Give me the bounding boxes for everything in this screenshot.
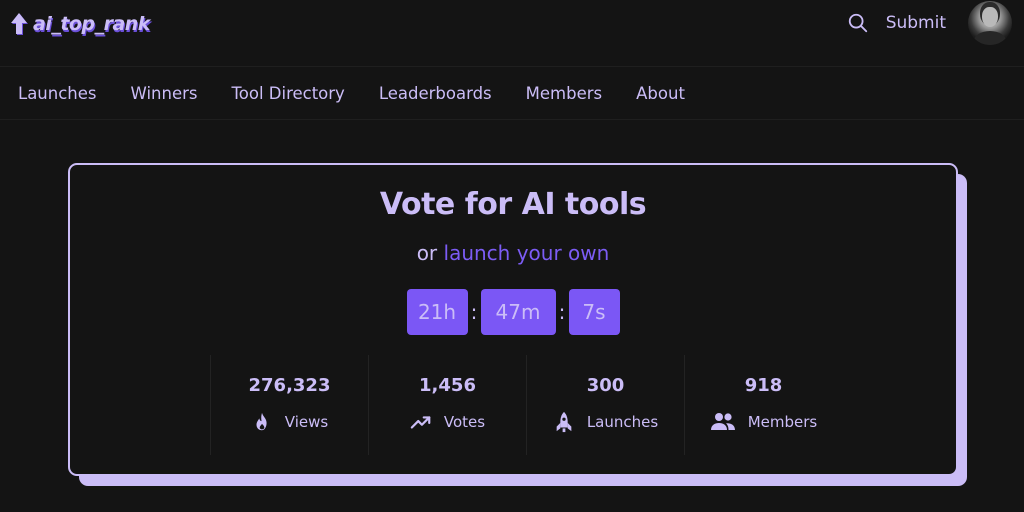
nav-item-tool-directory[interactable]: Tool Directory	[231, 84, 344, 103]
stat-label: Launches	[586, 413, 659, 431]
countdown-seconds: 7s	[568, 289, 620, 335]
stat-value: 300	[586, 375, 625, 396]
hero-title: Vote for AI tools	[379, 187, 647, 222]
countdown-separator: :	[470, 300, 478, 324]
trending-up-icon	[410, 416, 431, 429]
hero-sub-prefix: or	[416, 241, 438, 265]
nav-item-winners[interactable]: Winners	[131, 84, 198, 103]
top-right-actions: Submit	[847, 0, 1012, 46]
top-bar: ai_top_rank Submit	[0, 0, 1024, 67]
countdown-minutes: 47m	[480, 289, 556, 335]
logo-text: ai_top_rank	[33, 13, 150, 35]
stat-value: 276,323	[248, 375, 331, 396]
nav-item-about[interactable]: About	[636, 84, 685, 103]
users-icon	[710, 413, 735, 430]
avatar[interactable]	[968, 1, 1012, 45]
logo[interactable]: ai_top_rank	[10, 9, 150, 39]
rocket-icon	[556, 411, 572, 433]
launch-your-own-link[interactable]: launch your own	[444, 241, 610, 265]
main-nav: Launches Winners Tool Directory Leaderbo…	[0, 67, 1024, 120]
stat-label: Members	[747, 413, 818, 431]
arrow-up-icon	[11, 13, 28, 35]
countdown-separator: :	[558, 300, 566, 324]
stat-label: Views	[284, 413, 329, 431]
stat-members: 918 Members	[684, 355, 842, 455]
hero-subtitle: or launch your own	[70, 241, 956, 265]
stat-value: 1,456	[419, 375, 476, 396]
fire-icon	[256, 412, 267, 431]
stats-row: 276,323 Views 1,456 Votes 300 Launches 9…	[210, 355, 844, 455]
submit-button[interactable]: Submit	[886, 13, 946, 33]
stat-launches: 300 Launches	[526, 355, 684, 455]
hero-card: Vote for AI tools or launch your own 21h…	[68, 163, 958, 476]
nav-item-members[interactable]: Members	[526, 84, 602, 103]
countdown-hours: 21h	[406, 289, 468, 335]
countdown-timer: 21h : 47m : 7s	[70, 289, 956, 335]
nav-item-launches[interactable]: Launches	[18, 84, 97, 103]
stat-views: 276,323 Views	[210, 355, 368, 455]
nav-item-leaderboards[interactable]: Leaderboards	[379, 84, 492, 103]
stat-value: 918	[744, 375, 783, 396]
stat-votes: 1,456 Votes	[368, 355, 526, 455]
search-icon[interactable]	[847, 12, 869, 34]
stat-label: Votes	[443, 413, 486, 431]
